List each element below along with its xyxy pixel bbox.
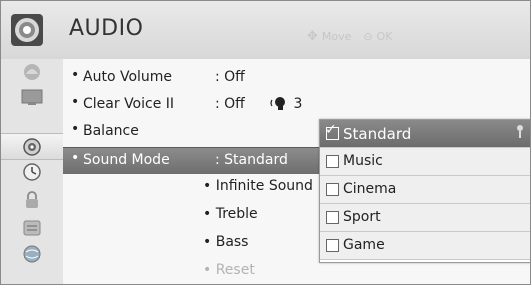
bass-label: • Bass: [203, 234, 249, 250]
voice-head-icon: [270, 97, 285, 110]
network-icon: [23, 245, 41, 262]
sidebar-item-time[interactable]: [1, 159, 63, 184]
sidebar-item-audio[interactable]: [1, 133, 63, 160]
clear-voice-level-value: 3: [293, 96, 303, 112]
lock-icon: [26, 190, 38, 208]
checkbox-icon: [326, 155, 339, 168]
menu-row-auto-volume[interactable]: • Auto Volume : Off: [63, 65, 333, 91]
checkmark-icon: ✓: [325, 122, 337, 138]
hint-ok-label: OK: [376, 30, 393, 43]
option-game[interactable]: Game: [320, 232, 530, 260]
picture-icon: [24, 63, 40, 80]
menu-row-bass[interactable]: • Bass: [63, 230, 333, 256]
menu-row-balance[interactable]: • Balance: [63, 119, 333, 145]
checkbox-icon: [326, 211, 339, 224]
menu-header: AUDIO ✥ Move ⊙ OK: [1, 1, 530, 59]
hint-move-label: Move: [321, 30, 352, 43]
balance-label: Balance: [83, 123, 139, 139]
clear-voice-value: : Off: [215, 96, 245, 112]
sound-mode-label: Sound Mode: [83, 152, 170, 168]
page-title: AUDIO: [69, 16, 144, 41]
clear-voice-level: 3: [269, 96, 302, 112]
infinite-sound-label: • Infinite Sound: [203, 178, 313, 194]
reset-label: • Reset: [203, 262, 255, 278]
treble-label: • Treble: [203, 206, 258, 222]
sidebar-item-lock[interactable]: [1, 187, 63, 212]
option-icon: [23, 220, 41, 235]
menu-row-treble[interactable]: • Treble: [63, 202, 333, 228]
sound-mode-dropdown: ✓ Standard Music Cinema Sport Game: [319, 119, 530, 263]
clear-voice-label: Clear Voice II: [83, 96, 175, 112]
menu-row-reset[interactable]: • Reset: [63, 258, 333, 284]
sound-mode-value: : Standard: [215, 152, 288, 168]
move-arrows-icon: ✥: [307, 29, 318, 44]
clock-icon: [23, 162, 41, 181]
sidebar-item-display[interactable]: [1, 84, 63, 109]
category-sidebar: [1, 59, 63, 284]
checkbox-icon: [326, 239, 339, 252]
auto-volume-label: Auto Volume: [83, 69, 173, 85]
mic-pin-icon: [517, 125, 523, 138]
option-cinema[interactable]: Cinema: [320, 176, 530, 204]
ok-button-icon: ⊙: [363, 30, 373, 43]
option-sport[interactable]: Sport: [320, 204, 530, 232]
audio-icon: [23, 137, 41, 156]
sidebar-item-picture[interactable]: [1, 59, 63, 84]
navigation-hint: ✥ Move ⊙ OK: [307, 29, 393, 44]
menu-row-clear-voice[interactable]: • Clear Voice II : Off 3: [63, 92, 333, 118]
display-icon: [21, 89, 43, 105]
checkbox-icon: [326, 183, 339, 196]
option-music[interactable]: Music: [320, 148, 530, 176]
speaker-disc-icon: [11, 14, 43, 46]
auto-volume-value: : Off: [215, 69, 245, 85]
menu-row-sound-mode[interactable]: • Sound Mode : Standard: [63, 147, 333, 174]
option-standard[interactable]: ✓ Standard: [320, 120, 530, 148]
sidebar-item-network[interactable]: [1, 241, 63, 266]
sidebar-item-option[interactable]: [1, 215, 63, 240]
tv-menu-window: AUDIO ✥ Move ⊙ OK • Auto Volume: Off • …: [0, 0, 531, 285]
menu-row-infinite-sound[interactable]: • Infinite Sound: [63, 174, 333, 200]
